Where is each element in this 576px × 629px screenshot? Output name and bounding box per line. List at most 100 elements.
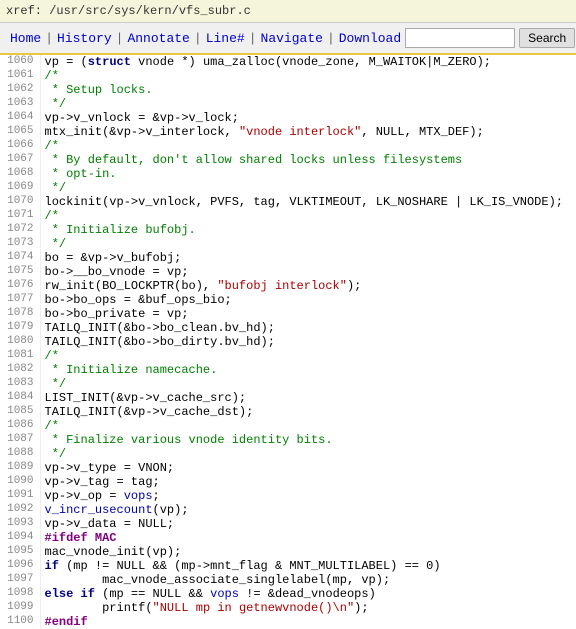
- line-content: lockinit(vp->v_vnlock, PVFS, tag, VLKTIM…: [40, 195, 576, 209]
- line-content: */: [40, 97, 576, 111]
- line-content: */: [40, 181, 576, 195]
- line-number: 1097: [0, 573, 40, 587]
- search-button[interactable]: Search: [519, 28, 575, 48]
- line-number: 1088: [0, 447, 40, 461]
- line-content: * Initialize namecache.: [40, 363, 576, 377]
- line-content: LIST_INIT(&vp->v_cache_src);: [40, 391, 576, 405]
- line-content: /*: [40, 209, 576, 223]
- line-number: 1090: [0, 475, 40, 489]
- table-row: 1079TAILQ_INIT(&bo->bo_clean.bv_hd);: [0, 321, 576, 335]
- line-content: vp->v_type = VNON;: [40, 461, 576, 475]
- line-content: vp->v_data = NULL;: [40, 517, 576, 531]
- table-row: 1073 */: [0, 237, 576, 251]
- table-row: 1077bo->bo_ops = &buf_ops_bio;: [0, 293, 576, 307]
- table-row: 1070lockinit(vp->v_vnlock, PVFS, tag, VL…: [0, 195, 576, 209]
- line-number: 1071: [0, 209, 40, 223]
- line-content: bo->bo_ops = &buf_ops_bio;: [40, 293, 576, 307]
- nav-linenum[interactable]: Line#: [202, 31, 249, 46]
- sep4: |: [249, 31, 257, 46]
- line-number: 1073: [0, 237, 40, 251]
- table-row: 1093vp->v_data = NULL;: [0, 517, 576, 531]
- line-content: mtx_init(&vp->v_interlock, "vnode interl…: [40, 125, 576, 139]
- line-content: /*: [40, 349, 576, 363]
- line-content: v_incr_usecount(vp);: [40, 503, 576, 517]
- table-row: 1072 * Initialize bufobj.: [0, 223, 576, 237]
- sep5: |: [327, 31, 335, 46]
- line-number: 1083: [0, 377, 40, 391]
- nav-history[interactable]: History: [53, 31, 116, 46]
- table-row: 1083 */: [0, 377, 576, 391]
- line-number: 1069: [0, 181, 40, 195]
- line-content: /*: [40, 419, 576, 433]
- table-row: 1074bo = &vp->v_bufobj;: [0, 251, 576, 265]
- table-row: 1095mac_vnode_init(vp);: [0, 545, 576, 559]
- table-row: 1099 printf("NULL mp in getnewvnode()\n"…: [0, 601, 576, 615]
- table-row: 1082 * Initialize namecache.: [0, 363, 576, 377]
- line-content: vp->v_tag = tag;: [40, 475, 576, 489]
- line-content: /*: [40, 139, 576, 153]
- sep2: |: [116, 31, 124, 46]
- line-content: else if (mp == NULL && vops != &dead_vno…: [40, 587, 576, 601]
- table-row: 1085TAILQ_INIT(&vp->v_cache_dst);: [0, 405, 576, 419]
- line-number: 1063: [0, 97, 40, 111]
- line-content: mac_vnode_associate_singlelabel(mp, vp);: [40, 573, 576, 587]
- nav-home[interactable]: Home: [6, 31, 45, 46]
- line-number: 1091: [0, 489, 40, 503]
- line-content: vp = (struct vnode *) uma_zalloc(vnode_z…: [40, 55, 576, 69]
- table-row: 1061/*: [0, 69, 576, 83]
- line-number: 1099: [0, 601, 40, 615]
- line-content: TAILQ_INIT(&vp->v_cache_dst);: [40, 405, 576, 419]
- nav-navigate[interactable]: Navigate: [257, 31, 327, 46]
- line-number: 1098: [0, 587, 40, 601]
- line-number: 1086: [0, 419, 40, 433]
- table-row: 1096if (mp != NULL && (mp->mnt_flag & MN…: [0, 559, 576, 573]
- line-content: TAILQ_INIT(&bo->bo_clean.bv_hd);: [40, 321, 576, 335]
- line-content: * Setup locks.: [40, 83, 576, 97]
- line-number: 1075: [0, 265, 40, 279]
- line-number: 1093: [0, 517, 40, 531]
- table-row: 1065mtx_init(&vp->v_interlock, "vnode in…: [0, 125, 576, 139]
- line-content: /*: [40, 69, 576, 83]
- line-number: 1060: [0, 55, 40, 69]
- line-content: if (mp != NULL && (mp->mnt_flag & MNT_MU…: [40, 559, 576, 573]
- line-content: */: [40, 447, 576, 461]
- nav-annotate[interactable]: Annotate: [123, 31, 193, 46]
- table-row: 1064vp->v_vnlock = &vp->v_lock;: [0, 111, 576, 125]
- table-row: 1078bo->bo_private = vp;: [0, 307, 576, 321]
- table-row: 1088 */: [0, 447, 576, 461]
- table-row: 1086/*: [0, 419, 576, 433]
- line-content: * By default, don't allow shared locks u…: [40, 153, 576, 167]
- code-area: 1060vp = (struct vnode *) uma_zalloc(vno…: [0, 55, 576, 629]
- table-row: 1060vp = (struct vnode *) uma_zalloc(vno…: [0, 55, 576, 69]
- line-content: rw_init(BO_LOCKPTR(bo), "bufobj interloc…: [40, 279, 576, 293]
- line-number: 1095: [0, 545, 40, 559]
- sep3: |: [194, 31, 202, 46]
- line-content: * opt-in.: [40, 167, 576, 181]
- line-number: 1065: [0, 125, 40, 139]
- line-number: 1074: [0, 251, 40, 265]
- line-number: 1061: [0, 69, 40, 83]
- table-row: 1087 * Finalize various vnode identity b…: [0, 433, 576, 447]
- search-input[interactable]: [405, 28, 515, 48]
- line-content: printf("NULL mp in getnewvnode()\n");: [40, 601, 576, 615]
- nav-download[interactable]: Download: [335, 31, 405, 46]
- line-number: 1082: [0, 363, 40, 377]
- line-content: mac_vnode_init(vp);: [40, 545, 576, 559]
- line-number: 1094: [0, 531, 40, 545]
- table-row: 1068 * opt-in.: [0, 167, 576, 181]
- sep1: |: [45, 31, 53, 46]
- file-path: xref: /usr/src/sys/kern/vfs_subr.c: [6, 4, 251, 18]
- line-number: 1081: [0, 349, 40, 363]
- line-number: 1092: [0, 503, 40, 517]
- line-number: 1078: [0, 307, 40, 321]
- line-content: */: [40, 237, 576, 251]
- line-content: vp->v_vnlock = &vp->v_lock;: [40, 111, 576, 125]
- line-number: 1072: [0, 223, 40, 237]
- table-row: 1098else if (mp == NULL && vops != &dead…: [0, 587, 576, 601]
- line-content: vp->v_op = vops;: [40, 489, 576, 503]
- line-number: 1077: [0, 293, 40, 307]
- line-content: * Initialize bufobj.: [40, 223, 576, 237]
- table-row: 1063 */: [0, 97, 576, 111]
- table-row: 1069 */: [0, 181, 576, 195]
- table-row: 1080TAILQ_INIT(&bo->bo_dirty.bv_hd);: [0, 335, 576, 349]
